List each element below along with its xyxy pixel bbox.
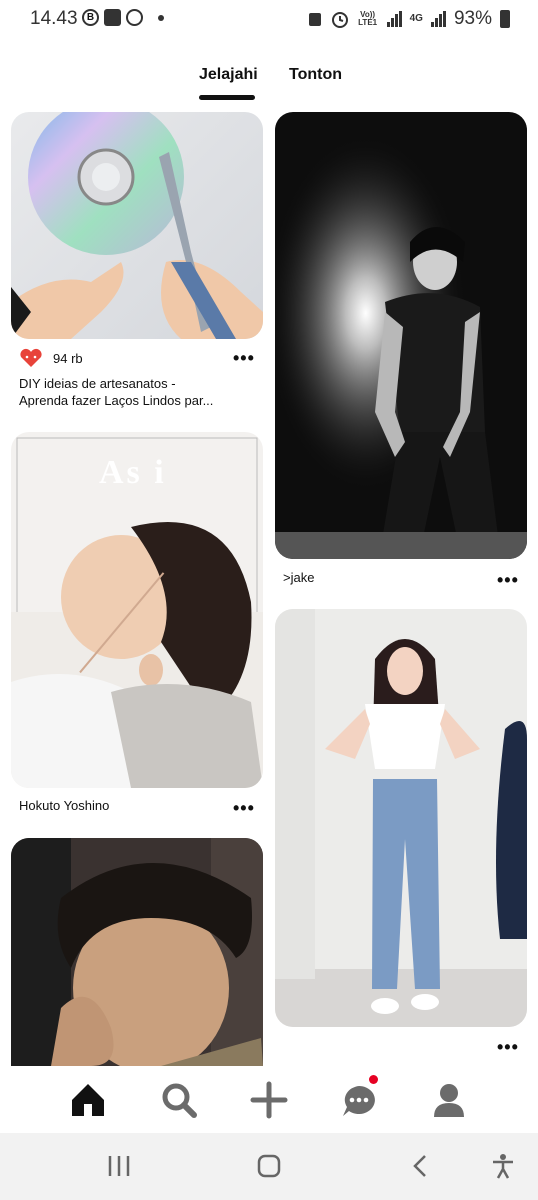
pin-diy-likes: 94 rb [19,348,83,368]
system-nav-bar [0,1133,538,1200]
pin-girl-more-button[interactable]: ••• [497,1037,519,1058]
top-tabs: Jelajahi Tonton [0,62,538,102]
signal-icon-2 [430,11,446,27]
pin-hokuto-image[interactable]: As i [11,432,263,788]
pin-hokuto-title[interactable]: Hokuto Yoshino [19,798,109,813]
pin-diy-image[interactable] [11,112,263,339]
home-icon[interactable] [68,1080,108,1120]
pin-jake-title[interactable]: >jake [283,570,314,585]
more-notifications-icon [158,14,164,21]
profile-icon[interactable] [429,1080,469,1120]
battery-percent: 93% [453,8,492,29]
cd-photo [11,112,263,339]
home-button-icon[interactable] [256,1153,282,1186]
status-bar: 14.43 B Vo)) LTE1 4G 93% [0,0,538,38]
b-app-icon: B [82,9,99,26]
gallery-icon [104,9,121,26]
recycle-icon [308,13,321,26]
back-icon[interactable] [408,1153,434,1186]
network-type: 4G [409,13,423,24]
status-system-icons: Vo)) LTE1 4G 93% [307,8,510,30]
pin-girl-image[interactable] [275,609,527,1027]
pin-diy-more-button[interactable]: ••• [233,348,255,369]
search-icon[interactable] [159,1080,199,1120]
recent-apps-icon[interactable] [106,1153,132,1186]
add-icon[interactable] [249,1080,289,1120]
jake-photo [275,112,527,559]
active-tab-indicator [199,95,255,100]
accessibility-icon[interactable] [490,1153,516,1186]
pin-hokuto-more-button[interactable]: ••• [233,798,255,819]
battery-icon [500,10,510,28]
pin-jake-image[interactable] [275,112,527,559]
heart-reaction-icon [20,348,42,367]
face-photo [11,838,263,1066]
image-overlay-text: As i [99,454,167,491]
messages-icon[interactable] [339,1075,379,1120]
notification-dot [369,1075,378,1084]
pin-diy-title-1[interactable]: DIY ideias de artesanatos - [19,376,176,391]
network-label: Vo)) LTE1 [358,10,378,27]
pin-face-image[interactable] [11,838,263,1066]
pin-jake-more-button[interactable]: ••• [497,570,519,591]
status-time: 14.43 [30,8,78,29]
signal-icon [386,11,402,27]
pin-diy-title-2[interactable]: Aprenda fazer Laços Lindos par... [19,393,213,408]
alarm-icon [331,12,348,28]
status-notification-icons: B [82,9,164,26]
girl-photo [275,609,527,1027]
likes-count: 94 rb [53,350,83,366]
whatsapp-icon [126,9,143,26]
tab-tonton[interactable]: Tonton [289,66,342,84]
bottom-nav [0,1068,538,1132]
tab-jelajahi[interactable]: Jelajahi [199,66,258,84]
